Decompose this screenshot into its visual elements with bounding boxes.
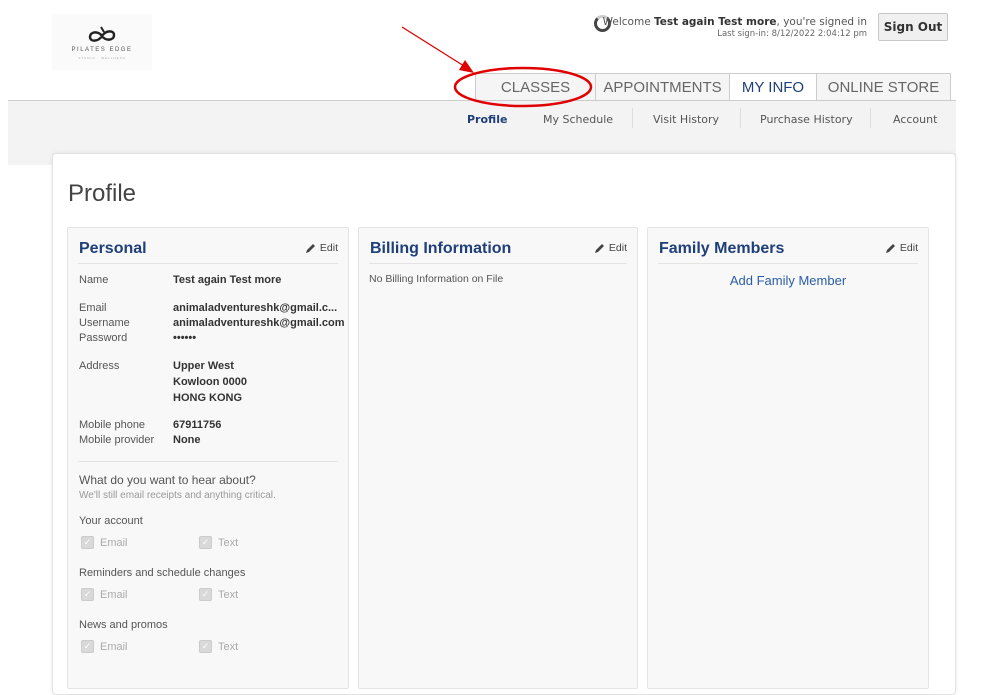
card-divider xyxy=(658,263,918,264)
sign-out-button[interactable]: Sign Out xyxy=(878,13,948,41)
address-label: Address xyxy=(79,360,120,372)
add-family-member-link[interactable]: Add Family Member xyxy=(648,273,928,288)
subnav-my-schedule[interactable]: My Schedule xyxy=(543,113,613,126)
name-value: Test again Test more xyxy=(173,274,282,286)
checkbox-label: Text xyxy=(218,640,239,653)
section-divider xyxy=(78,461,338,462)
family-card: Family Members Edit Add Family Member xyxy=(647,227,929,689)
news-text-checkbox[interactable]: ✓ Text xyxy=(199,640,238,653)
checkbox-icon: ✓ xyxy=(81,588,94,601)
address-line3: HONG KONG xyxy=(173,392,243,404)
group-news-promos: News and promos xyxy=(79,619,168,631)
subnav-visit-history[interactable]: Visit History xyxy=(653,113,719,126)
family-edit-button[interactable]: Edit xyxy=(885,242,918,254)
tab-online-store[interactable]: ONLINE STORE xyxy=(816,73,951,100)
reminders-email-checkbox[interactable]: ✓ Email xyxy=(81,588,128,601)
subnav-divider xyxy=(632,108,633,128)
checkbox-icon: ✓ xyxy=(199,588,212,601)
pencil-icon xyxy=(885,243,895,253)
logo-subtext: STUDIO · WELLNESS xyxy=(78,56,126,60)
checkbox-label: Email xyxy=(100,536,128,549)
welcome-suffix: , you're signed in xyxy=(776,16,867,28)
personal-card: Personal Edit Name Test again Test more … xyxy=(67,227,349,689)
edit-label: Edit xyxy=(319,242,338,254)
tab-appointments[interactable]: APPOINTMENTS xyxy=(595,73,730,100)
checkbox-icon: ✓ xyxy=(81,640,94,653)
edit-label: Edit xyxy=(899,242,918,254)
family-title: Family Members xyxy=(659,240,785,257)
address-line2: Kowloon 0000 xyxy=(173,376,247,388)
your-account-email-checkbox[interactable]: ✓ Email xyxy=(81,536,128,549)
personal-edit-button[interactable]: Edit xyxy=(305,242,338,254)
tab-classes[interactable]: CLASSES xyxy=(475,73,596,100)
pencil-icon xyxy=(594,243,604,253)
welcome-message: Welcome Test again Test more, you're sig… xyxy=(603,16,867,28)
password-label: Password xyxy=(79,332,128,344)
notify-subtext: We'll still email receipts and anything … xyxy=(79,490,276,501)
checkbox-label: Text xyxy=(218,536,239,549)
welcome-prefix: Welcome xyxy=(602,16,655,28)
subnav-purchase-history[interactable]: Purchase History xyxy=(760,113,853,126)
main-tabs: CLASSES APPOINTMENTS MY INFO ONLINE STOR… xyxy=(475,73,951,101)
mobile-provider-value: None xyxy=(173,434,201,446)
tab-my-info[interactable]: MY INFO xyxy=(729,73,817,101)
checkbox-label: Email xyxy=(100,588,128,601)
group-reminders: Reminders and schedule changes xyxy=(79,567,246,579)
page-title: Profile xyxy=(68,180,137,207)
billing-edit-button[interactable]: Edit xyxy=(594,242,627,254)
subnav-account[interactable]: Account xyxy=(893,113,937,126)
pencil-icon xyxy=(305,243,315,253)
logo-text: PILATES EDGE xyxy=(71,47,133,53)
mobile-phone-label: Mobile phone xyxy=(79,419,146,431)
infinity-logo-icon xyxy=(88,26,116,42)
group-your-account: Your account xyxy=(79,515,143,527)
username-value: animaladventureshk@gmail.com xyxy=(173,317,345,329)
billing-card: Billing Information Edit No Billing Info… xyxy=(358,227,638,689)
email-label: Email xyxy=(79,302,107,314)
subnav-divider xyxy=(740,108,741,128)
notify-question: What do you want to hear about? xyxy=(79,473,256,487)
checkbox-icon: ✓ xyxy=(81,536,94,549)
checkbox-icon: ✓ xyxy=(199,640,212,653)
subnav-divider xyxy=(870,108,871,128)
annotation-arrowhead-icon xyxy=(459,60,474,73)
checkbox-label: Email xyxy=(100,640,128,653)
last-signin: Last sign-in: 8/12/2022 2:04:12 pm xyxy=(717,29,867,39)
card-divider xyxy=(78,263,338,264)
personal-title: Personal xyxy=(79,240,147,257)
username-label: Username xyxy=(79,317,130,329)
mobile-phone-value: 67911756 xyxy=(173,419,222,431)
card-divider xyxy=(369,263,627,264)
checkbox-label: Text xyxy=(218,588,239,601)
password-value: •••••• xyxy=(173,332,197,344)
no-billing-text: No Billing Information on File xyxy=(369,273,504,285)
edit-label: Edit xyxy=(608,242,627,254)
checkbox-icon: ✓ xyxy=(199,536,212,549)
your-account-text-checkbox[interactable]: ✓ Text xyxy=(199,536,238,549)
email-value: animaladventureshk@gmail.c... xyxy=(173,302,338,314)
mobile-provider-label: Mobile provider xyxy=(79,434,155,446)
name-label: Name xyxy=(79,274,109,286)
address-line1: Upper West xyxy=(173,360,234,372)
annotation-arrow-line xyxy=(401,26,465,67)
subnav-profile[interactable]: Profile xyxy=(467,113,507,126)
news-email-checkbox[interactable]: ✓ Email xyxy=(81,640,128,653)
billing-title: Billing Information xyxy=(370,240,512,257)
reminders-text-checkbox[interactable]: ✓ Text xyxy=(199,588,238,601)
pilates-edge-logo[interactable]: PILATES EDGE STUDIO · WELLNESS xyxy=(52,14,152,70)
signed-in-user-name: Test again Test more xyxy=(654,16,777,28)
